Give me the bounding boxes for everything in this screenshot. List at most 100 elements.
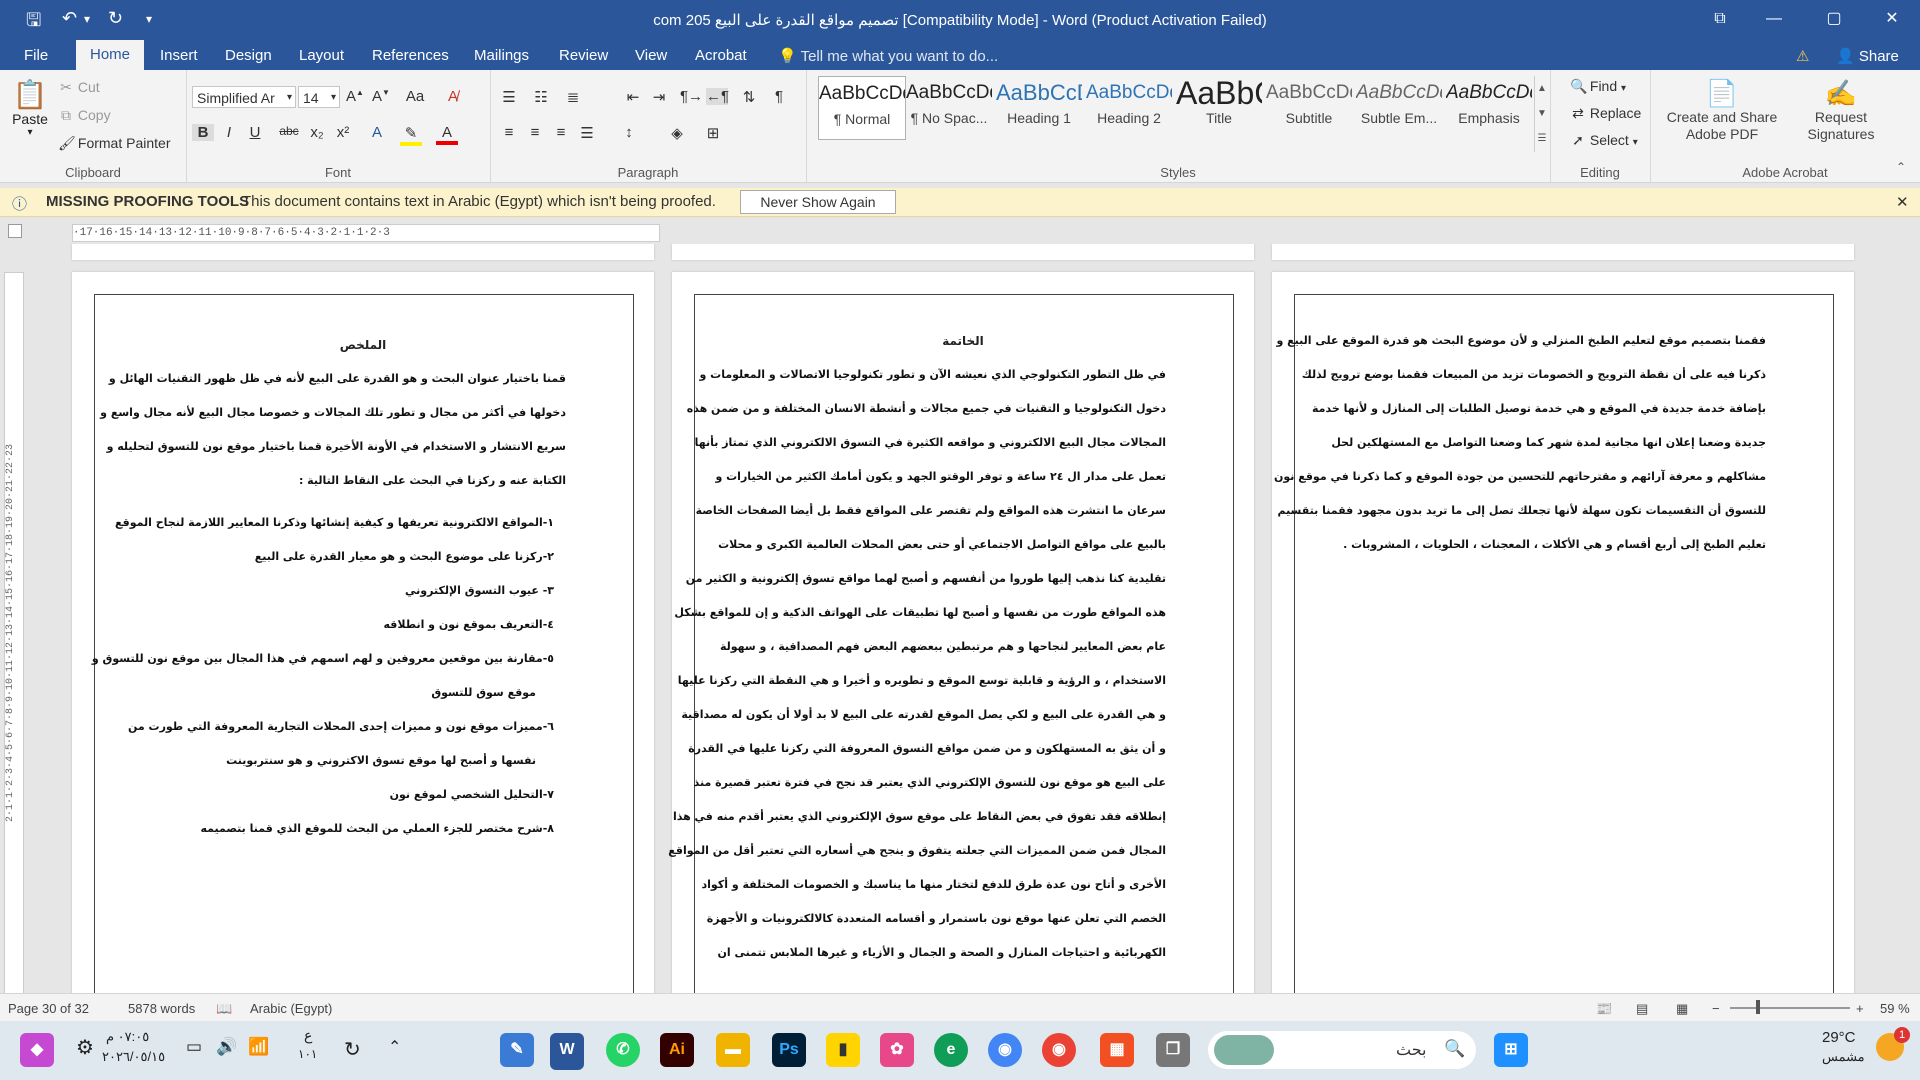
- weather-temp[interactable]: 29°C: [1822, 1029, 1856, 1046]
- clock-time[interactable]: ٠٧:٠٥ م: [106, 1029, 149, 1045]
- minimize-icon[interactable]: —: [1754, 6, 1794, 32]
- align-center-icon[interactable]: ≡: [524, 124, 546, 141]
- show-marks-icon[interactable]: ¶: [768, 88, 790, 105]
- text-effects-icon[interactable]: A: [366, 124, 388, 141]
- tab-view[interactable]: View: [635, 47, 667, 64]
- photoshop-icon[interactable]: Ps: [772, 1033, 806, 1067]
- superscript-icon[interactable]: x²: [332, 124, 354, 141]
- vertical-ruler[interactable]: 2·1·1·2·3·4·5·6·7·8·9·10·11·12·13·14·15·…: [4, 272, 24, 994]
- tell-me-box[interactable]: 💡 Tell me what you want to do...: [778, 47, 998, 65]
- chrome-icon[interactable]: ◉: [1042, 1033, 1076, 1067]
- style-heading-1[interactable]: AaBbCcDdEe Heading 1: [996, 76, 1082, 138]
- input-language[interactable]: ع: [304, 1027, 312, 1044]
- tab-design[interactable]: Design: [225, 47, 272, 64]
- underline-icon[interactable]: U: [244, 124, 266, 141]
- horizontal-ruler[interactable]: ·17·16·15·14·13·12·11·10·9·8·7·6·5·4·3·2…: [0, 220, 1920, 244]
- style-title[interactable]: AaBbCcDdEeTitle: [1176, 76, 1262, 138]
- zoom-in-icon[interactable]: +: [1856, 1001, 1864, 1016]
- maximize-icon[interactable]: ▢: [1814, 6, 1854, 32]
- warning-icon[interactable]: ⚠: [1796, 47, 1809, 65]
- line-spacing-icon[interactable]: ↕: [618, 124, 640, 141]
- style-normal[interactable]: AaBbCcDdEe ¶ Normal: [818, 76, 906, 140]
- paint-app-icon[interactable]: ✎: [500, 1033, 534, 1067]
- borders-icon[interactable]: ⊞: [702, 124, 724, 142]
- photos-icon[interactable]: ✿: [880, 1033, 914, 1067]
- numbering-icon[interactable]: ☷: [530, 88, 552, 106]
- tab-selector[interactable]: [8, 224, 22, 238]
- battery-icon[interactable]: ▭: [186, 1037, 202, 1057]
- rtl-icon[interactable]: ←¶: [706, 88, 729, 105]
- refresh-tray-icon[interactable]: ↻: [344, 1037, 361, 1062]
- bullets-icon[interactable]: ☰: [498, 88, 520, 106]
- copy-button[interactable]: ⧉ Copy: [58, 107, 111, 124]
- shading-icon[interactable]: ◈: [666, 124, 688, 142]
- copilot-icon[interactable]: ◆: [20, 1033, 54, 1067]
- multilevel-list-icon[interactable]: ≣: [562, 88, 584, 106]
- tab-layout[interactable]: Layout: [299, 47, 344, 64]
- select-button[interactable]: ➚ Select ▾: [1570, 132, 1638, 149]
- replace-button[interactable]: ⇄ Replace: [1570, 105, 1641, 122]
- align-left-icon[interactable]: ≡: [498, 124, 520, 141]
- chrome-blue-icon[interactable]: ◉: [988, 1033, 1022, 1067]
- zoom-level[interactable]: 59 %: [1880, 1001, 1910, 1016]
- zoom-out-icon[interactable]: −: [1712, 1001, 1720, 1016]
- start-icon[interactable]: ⊞: [1494, 1033, 1528, 1067]
- tab-insert[interactable]: Insert: [160, 47, 198, 64]
- illustrator-icon[interactable]: Ai: [660, 1033, 694, 1067]
- font-family-select[interactable]: Simplified Ar ▾: [192, 86, 296, 108]
- tab-file[interactable]: File: [24, 47, 48, 64]
- decrease-indent-icon[interactable]: ⇤: [622, 88, 644, 106]
- file-explorer-icon[interactable]: ▬: [716, 1033, 750, 1067]
- document-area[interactable]: الملخص قمنا باختيار عنوان البحث و هو الق…: [26, 244, 1920, 993]
- justify-icon[interactable]: ☰: [576, 124, 598, 142]
- cut-button[interactable]: ✂ Cut: [58, 79, 100, 96]
- store-icon[interactable]: ▦: [1100, 1033, 1134, 1067]
- tab-review[interactable]: Review: [559, 47, 608, 64]
- shrink-font-icon[interactable]: A▼: [370, 88, 392, 105]
- zoom-slider[interactable]: [1730, 1007, 1850, 1009]
- font-size-select[interactable]: 14 ▾: [298, 86, 340, 108]
- edge-icon[interactable]: e: [934, 1033, 968, 1067]
- whatsapp-icon[interactable]: ✆: [606, 1033, 640, 1067]
- print-layout-icon[interactable]: ▤: [1636, 1001, 1648, 1017]
- style-subtle-emphasis[interactable]: AaBbCcDdEe Subtle Em...: [1356, 76, 1442, 138]
- clear-formatting-icon[interactable]: A̸: [442, 88, 464, 105]
- language-indicator[interactable]: Arabic (Egypt): [250, 1001, 332, 1016]
- chevron-up-icon[interactable]: ⌃: [388, 1037, 401, 1057]
- sort-icon[interactable]: ⇅: [738, 88, 760, 106]
- tab-references[interactable]: References: [372, 47, 449, 64]
- grow-font-icon[interactable]: A▲: [344, 88, 366, 105]
- page-indicator[interactable]: Page 30 of 32: [8, 1001, 89, 1016]
- proofing-icon[interactable]: 📖: [216, 1001, 232, 1017]
- close-icon[interactable]: ✕: [1896, 193, 1909, 211]
- share-button[interactable]: 👤 Share: [1836, 47, 1899, 65]
- web-layout-icon[interactable]: ▦: [1676, 1001, 1688, 1017]
- tab-home[interactable]: Home: [76, 40, 145, 70]
- tab-acrobat[interactable]: Acrobat: [695, 47, 747, 64]
- bold-icon[interactable]: B: [192, 124, 214, 141]
- clock-date[interactable]: ٢٠٢٦/٠٥/١٥: [102, 1049, 165, 1065]
- zoom-slider-thumb[interactable]: [1756, 1000, 1760, 1014]
- ltr-icon[interactable]: ¶→: [680, 88, 703, 105]
- sticky-notes-icon[interactable]: ▮: [826, 1033, 860, 1067]
- request-signatures-button[interactable]: ✍ Request Signatures: [1796, 78, 1886, 143]
- style-emphasis[interactable]: AaBbCcDdEe Emphasis: [1446, 76, 1532, 138]
- ribbon-display-icon[interactable]: ⧉: [1700, 6, 1740, 32]
- style-no-spacing[interactable]: AaBbCcDdEe ¶ No Spac...: [906, 76, 992, 138]
- never-show-again-button[interactable]: Never Show Again: [740, 190, 896, 214]
- align-right-icon[interactable]: ≡: [550, 124, 572, 141]
- word-count[interactable]: 5878 words: [128, 1001, 195, 1016]
- font-color-icon[interactable]: A: [436, 124, 458, 145]
- wifi-icon[interactable]: 📶: [248, 1037, 269, 1057]
- change-case-icon[interactable]: Aa: [404, 88, 426, 105]
- volume-icon[interactable]: 🔊: [216, 1037, 237, 1057]
- page-continued[interactable]: فقمنا بتصميم موقع لتعليم الطبخ المنزلي و…: [1272, 272, 1854, 993]
- style-subtitle[interactable]: AaBbCcDdEe Subtitle: [1266, 76, 1352, 138]
- tab-mailings[interactable]: Mailings: [474, 47, 529, 64]
- subscript-icon[interactable]: x₂: [306, 124, 328, 141]
- highlight-icon[interactable]: ✎: [400, 124, 422, 146]
- paste-button[interactable]: 📋 Paste ▾: [10, 78, 50, 168]
- close-icon[interactable]: ✕: [1872, 6, 1912, 32]
- weather-desc[interactable]: مشمس: [1822, 1049, 1865, 1065]
- read-mode-icon[interactable]: 📰: [1596, 1001, 1612, 1017]
